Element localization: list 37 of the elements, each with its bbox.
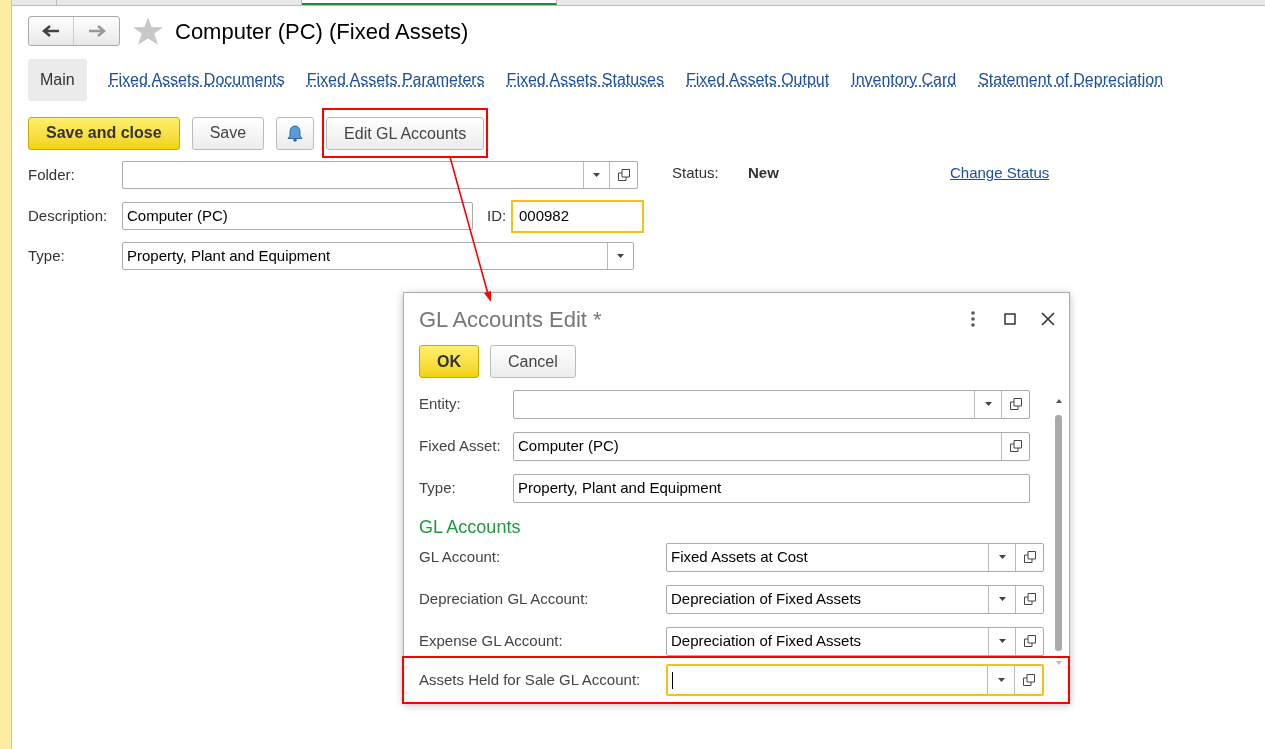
- status-label: Status:: [672, 163, 720, 183]
- field-label: Type:: [28, 245, 66, 266]
- tab[interactable]: Main: [28, 59, 87, 101]
- toolbar-button[interactable]: Edit GL Accounts: [326, 117, 485, 150]
- field-label: Folder:: [28, 164, 76, 185]
- dialog-button[interactable]: OK: [419, 345, 479, 378]
- dialog-title: GL Accounts Edit *: [419, 305, 603, 334]
- field-label: Assets Held for Sale GL Account:: [419, 669, 642, 690]
- input-field[interactable]: Computer (PC): [513, 431, 1030, 461]
- dialog-button[interactable]: Cancel: [490, 345, 576, 378]
- toolbar-button[interactable]: Save: [191, 116, 265, 150]
- field-label: Expense GL Account:: [419, 630, 564, 651]
- description-field[interactable]: Computer (PC): [122, 202, 473, 230]
- tab[interactable]: Fixed Assets Statuses: [506, 68, 664, 92]
- field-label: Fixed Asset:: [419, 435, 502, 456]
- toolbar-button[interactable]: Save and close: [28, 116, 180, 150]
- window-title: Computer (PC) (Fixed Assets): [175, 17, 469, 46]
- section-heading: GL Accounts: [419, 516, 522, 538]
- tab[interactable]: Statement of Depreciation: [978, 68, 1164, 92]
- field-label: ID:: [487, 205, 508, 226]
- tab[interactable]: Fixed Assets Parameters: [306, 68, 485, 92]
- input-field[interactable]: Fixed Assets at Cost: [666, 542, 1044, 572]
- field-label: Depreciation GL Account:: [419, 588, 590, 609]
- change-status-link[interactable]: Change Status: [950, 162, 1050, 185]
- tab[interactable]: Inventory Card: [851, 68, 957, 92]
- id-field[interactable]: 000982: [511, 199, 644, 233]
- input-field[interactable]: Property, Plant and Equipment: [513, 473, 1030, 503]
- type-field[interactable]: Property, Plant and Equipment: [122, 242, 634, 270]
- field-label: GL Account:: [419, 546, 502, 567]
- input-field[interactable]: Depreciation of Fixed Assets: [666, 584, 1044, 614]
- tab[interactable]: Fixed Assets Output: [686, 68, 830, 92]
- field-label: Type:: [419, 477, 457, 498]
- status-value: New: [748, 163, 780, 183]
- input-field[interactable]: Depreciation of Fixed Assets: [666, 626, 1044, 656]
- field-label: Entity:: [419, 393, 462, 414]
- tab[interactable]: Fixed Assets Documents: [108, 68, 285, 92]
- field-label: Description:: [28, 205, 109, 226]
